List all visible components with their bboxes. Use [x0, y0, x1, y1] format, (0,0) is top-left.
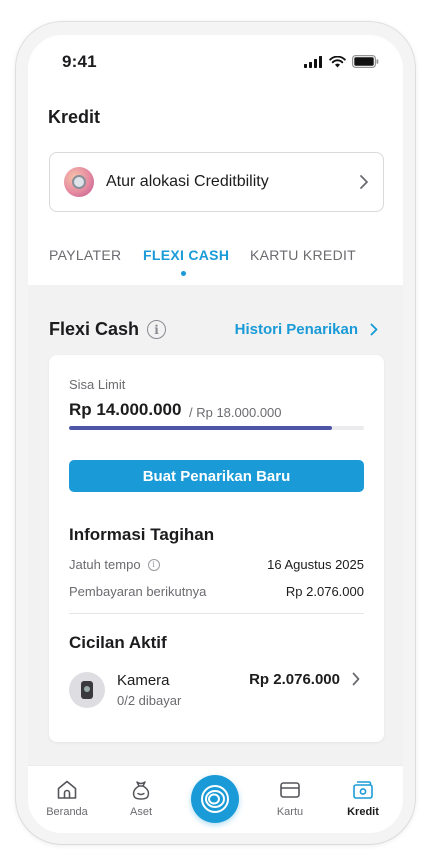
remaining-limit-amount: Rp 14.000.000 — [69, 400, 182, 419]
limit-progress-bar — [69, 426, 364, 430]
new-withdrawal-button[interactable]: Buat Penarikan Baru — [69, 460, 364, 492]
next-payment-label: Pembayaran berikutnya — [69, 584, 207, 599]
due-date-label-text: Jatuh tempo — [69, 557, 141, 572]
info-icon[interactable]: i — [147, 320, 167, 339]
chevron-right-icon — [352, 672, 360, 686]
logo-icon — [201, 785, 229, 813]
due-date-value: 16 Agustus 2025 — [267, 557, 364, 572]
status-bar: 9:41 — [28, 35, 403, 87]
installment-item[interactable]: Kamera 0/2 dibayar Rp 2.076.000 — [69, 670, 364, 710]
status-time: 9:41 — [62, 52, 97, 71]
allocation-label: Atur alokasi Creditbility — [106, 173, 269, 190]
nav-center-button[interactable] — [191, 775, 239, 823]
installment-amount: Rp 2.076.000 — [249, 671, 340, 688]
divider — [69, 613, 364, 614]
active-tab-indicator — [181, 271, 186, 276]
credit-tabs: PAYLATER FLEXI CASH KARTU KREDIT — [28, 247, 403, 279]
wallet-icon — [353, 781, 373, 799]
battery-icon — [352, 55, 379, 68]
installments-title: Cicilan Aktif — [69, 633, 167, 652]
due-date-label: Jatuh tempo i — [69, 557, 160, 572]
flexi-cash-title: Flexi Cash — [49, 319, 140, 339]
signal-icon — [304, 55, 322, 68]
info-icon[interactable]: i — [147, 558, 160, 571]
nav-label-beranda: Beranda — [46, 806, 88, 818]
installment-name: Kamera — [117, 672, 170, 689]
nav-item-kredit[interactable]: Kredit — [333, 778, 393, 818]
home-icon — [57, 780, 77, 799]
installment-progress: 0/2 dibayar — [117, 693, 182, 708]
billing-title: Informasi Tagihan — [69, 525, 215, 544]
wifi-icon — [329, 55, 346, 67]
tab-kartu-kredit[interactable]: KARTU KREDIT — [250, 247, 356, 263]
tab-flexi-cash[interactable]: FLEXI CASH — [143, 247, 229, 263]
status-icons — [304, 55, 379, 68]
remaining-limit-label: Sisa Limit — [69, 377, 126, 392]
creditbility-avatar — [64, 167, 94, 197]
nav-item-beranda[interactable]: Beranda — [37, 778, 97, 818]
camera-thumbnail — [69, 672, 105, 708]
card-icon — [280, 782, 300, 798]
page-title: Kredit — [48, 107, 101, 127]
next-payment-value: Rp 2.076.000 — [285, 584, 364, 599]
limit-progress-fill — [69, 426, 332, 430]
total-limit: / Rp 18.000.000 — [189, 405, 282, 420]
history-link-label: Histori Penarikan — [234, 321, 358, 338]
nav-label-kredit: Kredit — [347, 806, 379, 818]
chevron-right-icon — [360, 175, 368, 189]
nav-label-aset: Aset — [129, 806, 152, 818]
nav-item-aset[interactable]: Aset — [111, 778, 171, 818]
limit-card: Sisa Limit Rp 14.000.000 / Rp 18.000.000… — [49, 355, 384, 742]
nav-item-kartu[interactable]: Kartu — [260, 778, 320, 818]
tab-paylater[interactable]: PAYLATER — [49, 247, 121, 263]
section-title: Flexi Cash i — [49, 319, 167, 340]
app-screen: 9:41 Kredit Atur alokasi Creditbility PA… — [28, 35, 403, 833]
chevron-right-icon — [370, 323, 378, 336]
money-bag-icon — [132, 781, 150, 800]
allocation-card[interactable]: Atur alokasi Creditbility — [49, 152, 384, 212]
nav-label-kartu: Kartu — [276, 806, 304, 818]
history-link[interactable]: Histori Penarikan — [235, 321, 378, 338]
